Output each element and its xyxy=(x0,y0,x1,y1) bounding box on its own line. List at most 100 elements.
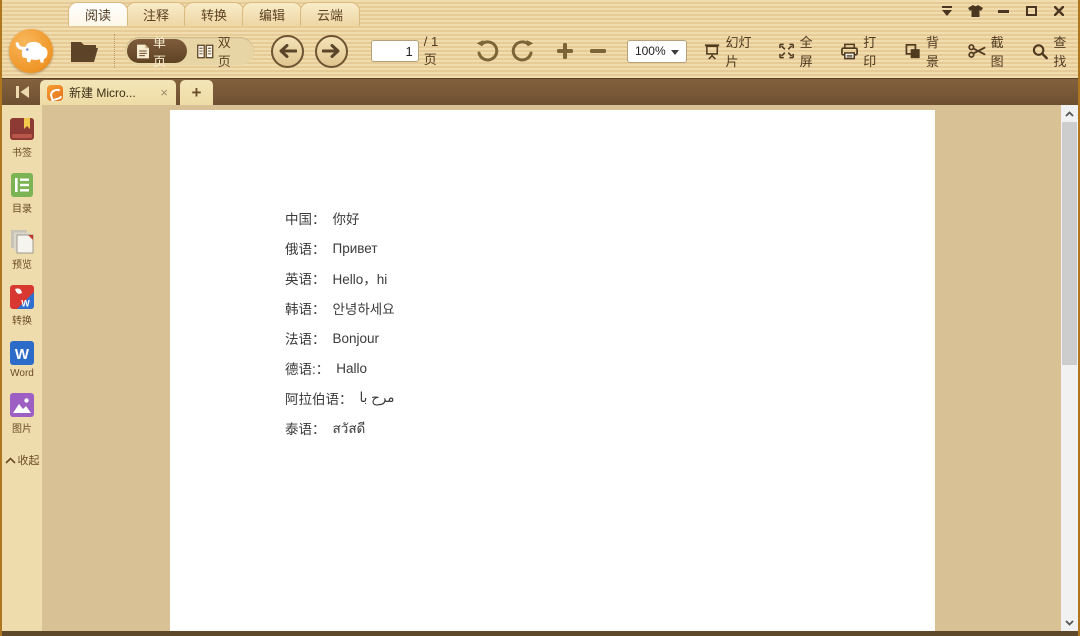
maximize-button[interactable] xyxy=(1022,4,1040,18)
doc-line-korean: 韩语：안녕하세요 xyxy=(285,293,395,323)
vertical-scrollbar[interactable] xyxy=(1061,105,1078,631)
single-page-label: 单页 xyxy=(153,32,177,70)
zoom-out-button[interactable] xyxy=(588,41,608,61)
open-file-button[interactable] xyxy=(70,39,101,64)
scrollbar-thumb[interactable] xyxy=(1062,122,1077,365)
rotate-left-button[interactable] xyxy=(475,39,499,63)
minimize-button[interactable] xyxy=(994,4,1012,18)
scissors-icon xyxy=(968,43,986,59)
scroll-up-button[interactable] xyxy=(1061,105,1078,122)
plus-icon: + xyxy=(192,83,202,103)
page-layout-toggle: 单页 双页 xyxy=(125,37,254,65)
printer-icon xyxy=(841,43,858,60)
ribbon-tab-label: 转换 xyxy=(201,5,227,24)
chevron-up-icon xyxy=(1065,111,1074,117)
sidebar-collapse-button[interactable]: 收起 xyxy=(5,452,40,468)
doc-line-french: 法语：Bonjour xyxy=(285,323,395,353)
document-tab[interactable]: 新建 Micro... × xyxy=(40,80,176,105)
doc-line-english: 英语：Hello，hi xyxy=(285,263,395,293)
ribbon-tab-cloud[interactable]: 云端 xyxy=(300,2,360,26)
doc-line-russian: 俄语：Привет xyxy=(285,233,395,263)
window-bottom-border xyxy=(2,631,1078,636)
hide-sidebar-button[interactable] xyxy=(10,82,34,102)
svg-text:W: W xyxy=(15,346,30,363)
sidebar-item-label: 预览 xyxy=(12,256,32,271)
chevron-up-icon xyxy=(5,457,16,464)
window-controls xyxy=(938,4,1068,18)
preview-icon xyxy=(9,228,35,254)
search-icon xyxy=(1032,43,1048,60)
print-label: 打印 xyxy=(863,32,888,70)
new-tab-button[interactable]: + xyxy=(180,80,213,105)
zoom-in-button[interactable] xyxy=(555,41,575,61)
menu-dropdown-icon[interactable] xyxy=(938,4,956,18)
sidebar-item-images[interactable]: 图片 xyxy=(9,392,35,435)
sidebar-collapse-label: 收起 xyxy=(18,452,40,468)
top-bar: 阅读 注释 转换 编辑 云端 xyxy=(2,0,1078,78)
ribbon-tab-convert[interactable]: 转换 xyxy=(184,2,244,26)
collapse-left-icon xyxy=(14,85,30,99)
doc-line-arabic: 阿拉伯语：مرح با xyxy=(285,383,395,413)
app-logo-elephant-icon[interactable] xyxy=(9,29,53,73)
plus-icon xyxy=(555,41,575,61)
screenshot-label: 截图 xyxy=(991,32,1016,70)
ribbon-tab-annotate[interactable]: 注释 xyxy=(126,2,186,26)
rotate-ccw-icon xyxy=(475,39,499,63)
double-page-icon xyxy=(197,44,214,59)
arrow-right-icon xyxy=(322,44,341,58)
sidebar-item-convert[interactable]: W 转换 xyxy=(9,284,35,327)
fullscreen-button[interactable]: 全屏 xyxy=(779,32,824,70)
page-number-input[interactable] xyxy=(371,40,419,62)
document-page: 中国：你好 俄语：Привет 英语：Hello，hi 韩语：안녕하세요 法语：… xyxy=(170,110,935,631)
zoom-level-dropdown[interactable]: 100% xyxy=(627,40,687,63)
document-tab-title: 新建 Micro... xyxy=(69,84,153,101)
find-button[interactable]: 查找 xyxy=(1032,32,1078,70)
sidebar-item-label: 目录 xyxy=(12,200,32,215)
close-button[interactable] xyxy=(1050,4,1068,18)
single-page-icon xyxy=(137,44,149,59)
next-page-button[interactable] xyxy=(315,35,348,68)
ribbon-tab-label: 云端 xyxy=(317,5,343,24)
print-button[interactable]: 打印 xyxy=(841,32,888,70)
scroll-down-button[interactable] xyxy=(1061,614,1078,631)
document-text-block: 中国：你好 俄语：Привет 英语：Hello，hi 韩语：안녕하세요 法语：… xyxy=(285,203,395,443)
page-total-label: / 1页 xyxy=(424,34,450,68)
ribbon-tabs: 阅读 注释 转换 编辑 云端 xyxy=(68,2,358,26)
doc-line-german: 德语:：Hallo xyxy=(285,353,395,383)
rotate-right-button[interactable] xyxy=(511,39,535,63)
svg-text:W: W xyxy=(21,299,30,309)
sidebar-item-word[interactable]: W Word xyxy=(9,340,35,379)
sidebar-item-bookmarks[interactable]: 书签 xyxy=(9,116,35,159)
zoom-level-value: 100% xyxy=(635,44,666,58)
ribbon-tab-read[interactable]: 阅读 xyxy=(68,2,128,26)
background-button[interactable]: 背景 xyxy=(905,32,951,70)
slideshow-button[interactable]: 幻灯片 xyxy=(704,32,762,70)
document-tab-close-icon[interactable]: × xyxy=(159,86,169,99)
sidebar-item-label: 转换 xyxy=(12,312,32,327)
document-viewport[interactable]: 中国：你好 俄语：Привет 英语：Hello，hi 韩语：안녕하세요 法语：… xyxy=(42,105,1061,631)
double-page-button[interactable]: 双页 xyxy=(187,39,252,63)
doc-line-chinese: 中国：你好 xyxy=(285,203,395,233)
screenshot-button[interactable]: 截图 xyxy=(968,32,1016,70)
sidebar-item-preview[interactable]: 预览 xyxy=(9,228,35,271)
single-page-button[interactable]: 单页 xyxy=(127,39,187,63)
rotate-cw-icon xyxy=(511,39,535,63)
ribbon-tab-label: 编辑 xyxy=(259,5,285,24)
find-label: 查找 xyxy=(1053,32,1078,70)
document-tab-app-icon xyxy=(47,85,63,101)
toc-icon xyxy=(9,172,35,198)
open-folder-icon xyxy=(70,39,101,64)
double-page-label: 双页 xyxy=(218,32,242,70)
ribbon-tab-edit[interactable]: 编辑 xyxy=(242,2,302,26)
bookmark-icon xyxy=(9,116,35,142)
sidebar-item-toc[interactable]: 目录 xyxy=(9,172,35,215)
fullscreen-label: 全屏 xyxy=(800,32,825,70)
document-tab-strip: 新建 Micro... × + xyxy=(2,78,1078,105)
arrow-left-icon xyxy=(278,44,297,58)
skin-shirt-icon[interactable] xyxy=(966,4,984,18)
ribbon-tab-label: 注释 xyxy=(143,5,169,24)
sidebar-item-label: 图片 xyxy=(12,420,32,435)
background-label: 背景 xyxy=(926,32,951,70)
toolbar: 单页 双页 xyxy=(2,26,1078,76)
previous-page-button[interactable] xyxy=(271,35,304,68)
